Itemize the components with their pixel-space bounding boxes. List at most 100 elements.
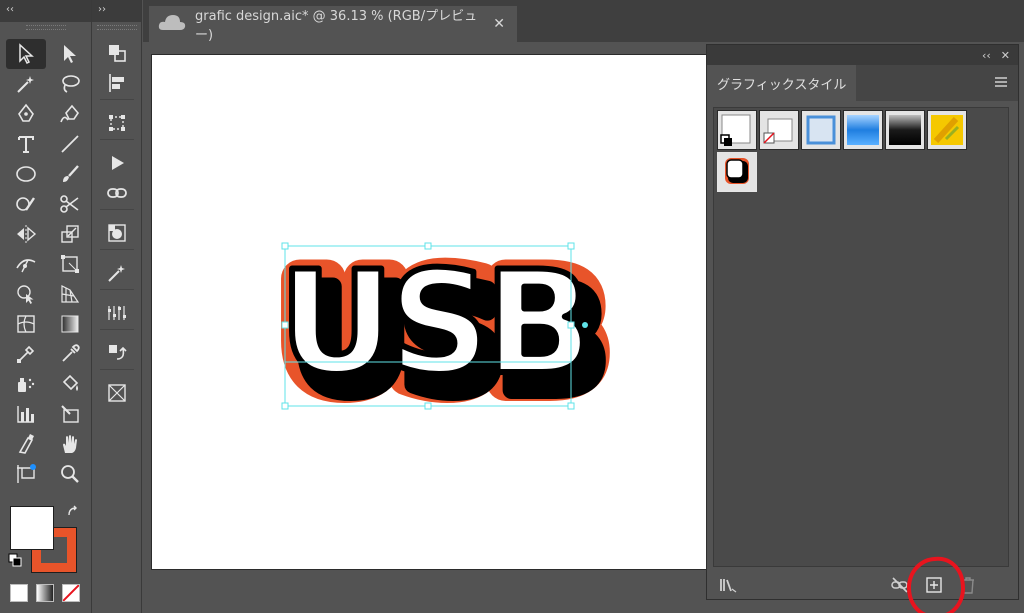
- usb-logo-artwork[interactable]: USB USB USB: [267, 230, 620, 435]
- shape-builder-icon: [17, 285, 34, 304]
- style-swatch-none[interactable]: [759, 110, 799, 150]
- type-tool[interactable]: [6, 129, 46, 159]
- paintbrush-icon: [63, 165, 79, 182]
- hand-tool[interactable]: [50, 429, 90, 459]
- links-panel-button[interactable]: [97, 179, 137, 207]
- selection-tool[interactable]: [6, 39, 46, 69]
- expand-dock-button[interactable]: ››: [98, 4, 106, 15]
- graphic-styles-libraries-icon[interactable]: [719, 576, 737, 594]
- shaper-tool[interactable]: [6, 189, 46, 219]
- blend-icon: [17, 345, 35, 363]
- style-swatch-usb-outline[interactable]: [717, 152, 757, 192]
- dock-separator: [92, 209, 141, 217]
- style-swatch-black-gradient[interactable]: [885, 110, 925, 150]
- variables-icon: [107, 306, 126, 320]
- tools-panel-grip[interactable]: [0, 25, 91, 33]
- pen-icon: [18, 103, 34, 122]
- curvature-icon: [60, 104, 80, 123]
- image-trace-panel-button[interactable]: [97, 219, 137, 247]
- hand-icon: [63, 435, 77, 453]
- gradient-tool[interactable]: [50, 309, 90, 339]
- live-paint-tool[interactable]: [50, 369, 90, 399]
- transform-icon: [108, 115, 125, 131]
- zoom-tool[interactable]: [50, 459, 90, 489]
- gradient-mode-button[interactable]: [36, 584, 54, 602]
- style-swatch-blue-gradient[interactable]: [843, 110, 883, 150]
- slice-tool[interactable]: [50, 399, 90, 429]
- slice-icon: [61, 405, 79, 423]
- eyedropper-tool[interactable]: [50, 339, 90, 369]
- selection-arrow-icon: [19, 43, 34, 65]
- shape-builder-tool[interactable]: [6, 279, 46, 309]
- style-swatch-blue-frame[interactable]: [801, 110, 841, 150]
- panel-footer: [707, 554, 1018, 613]
- dock-header[interactable]: ››: [92, 0, 141, 22]
- direct-selection-icon: [64, 45, 76, 63]
- lasso-tool[interactable]: [50, 69, 90, 99]
- asset-export-panel-button[interactable]: [97, 339, 137, 367]
- column-graph-tool[interactable]: [6, 399, 46, 429]
- close-panel-icon[interactable]: ✕: [1001, 49, 1010, 62]
- artboard[interactable]: USB USB USB: [151, 54, 709, 570]
- style-swatch-default[interactable]: [717, 110, 757, 150]
- transform-panel-button[interactable]: [97, 109, 137, 137]
- scale-tool[interactable]: [50, 219, 90, 249]
- styles-list: [713, 107, 1009, 567]
- eraser-tool[interactable]: [6, 429, 46, 459]
- direct-selection-tool[interactable]: [50, 39, 90, 69]
- document-tab-bar: grafic design.aic* @ 36.13 % (RGB/プレビュー)…: [143, 0, 1024, 43]
- shaper-icon: [16, 197, 35, 211]
- pathfinder-panel-button[interactable]: [97, 39, 137, 67]
- align-panel-button[interactable]: [97, 69, 137, 97]
- scale-icon: [61, 225, 79, 243]
- none-mode-button[interactable]: [62, 584, 80, 602]
- ellipse-tool[interactable]: [6, 159, 46, 189]
- tab-graphic-styles[interactable]: グラフィックスタイル: [707, 65, 857, 101]
- color-mode-button[interactable]: [10, 584, 28, 602]
- symbol-sprayer-tool[interactable]: [6, 369, 46, 399]
- usb-logo-graphic: USB USB USB: [268, 232, 620, 435]
- free-transform-icon: [61, 255, 79, 273]
- style-swatch-yellow-pattern[interactable]: [927, 110, 967, 150]
- ellipse-icon: [16, 166, 36, 182]
- free-transform-tool[interactable]: [50, 249, 90, 279]
- panel-title-bar[interactable]: ‹‹ ✕: [707, 45, 1018, 65]
- fill-color-swatch[interactable]: [10, 506, 54, 550]
- default-colors-icon[interactable]: [8, 552, 22, 571]
- reflect-tool[interactable]: [6, 219, 46, 249]
- collapse-panel-icon[interactable]: ‹‹: [982, 49, 991, 62]
- paintbrush-tool[interactable]: [50, 159, 90, 189]
- scissors-tool[interactable]: [50, 189, 90, 219]
- mesh-tool[interactable]: [6, 309, 46, 339]
- blend-tool[interactable]: [6, 339, 46, 369]
- tools-panel-header[interactable]: ‹‹: [0, 0, 91, 22]
- magic-wand-icon: [17, 76, 34, 93]
- variables-panel-button[interactable]: [97, 299, 137, 327]
- width-icon: [16, 259, 36, 273]
- dock-separator: [92, 369, 141, 377]
- close-document-icon[interactable]: ✕: [493, 16, 505, 32]
- pen-tool[interactable]: [6, 99, 46, 129]
- magic-wand-tool[interactable]: [6, 69, 46, 99]
- graphic-styles-panel: ‹‹ ✕ グラフィックスタイル: [706, 44, 1019, 613]
- magic-wand-panel-button[interactable]: [97, 259, 137, 287]
- perspective-grid-icon: [61, 285, 80, 303]
- width-tool[interactable]: [6, 249, 46, 279]
- line-tool[interactable]: [50, 129, 90, 159]
- tools-panel: ‹‹: [0, 0, 92, 613]
- curvature-tool[interactable]: [50, 99, 90, 129]
- asset-export-icon: [108, 345, 127, 360]
- color-controls: [8, 500, 84, 610]
- artboards-panel-button[interactable]: [97, 379, 137, 407]
- gradient-icon: [61, 315, 79, 333]
- actions-panel-button[interactable]: [97, 149, 137, 177]
- scissors-icon: [60, 195, 79, 213]
- dock-grip[interactable]: [92, 25, 141, 33]
- perspective-grid-tool[interactable]: [50, 279, 90, 309]
- collapse-panel-button[interactable]: ‹‹: [6, 4, 14, 15]
- document-tab[interactable]: grafic design.aic* @ 36.13 % (RGB/プレビュー)…: [149, 6, 517, 43]
- column-graph-icon: [17, 406, 34, 423]
- swap-colors-icon[interactable]: [66, 504, 80, 523]
- hamburger-menu-icon[interactable]: [994, 75, 1008, 89]
- artboard-tool[interactable]: [6, 459, 46, 489]
